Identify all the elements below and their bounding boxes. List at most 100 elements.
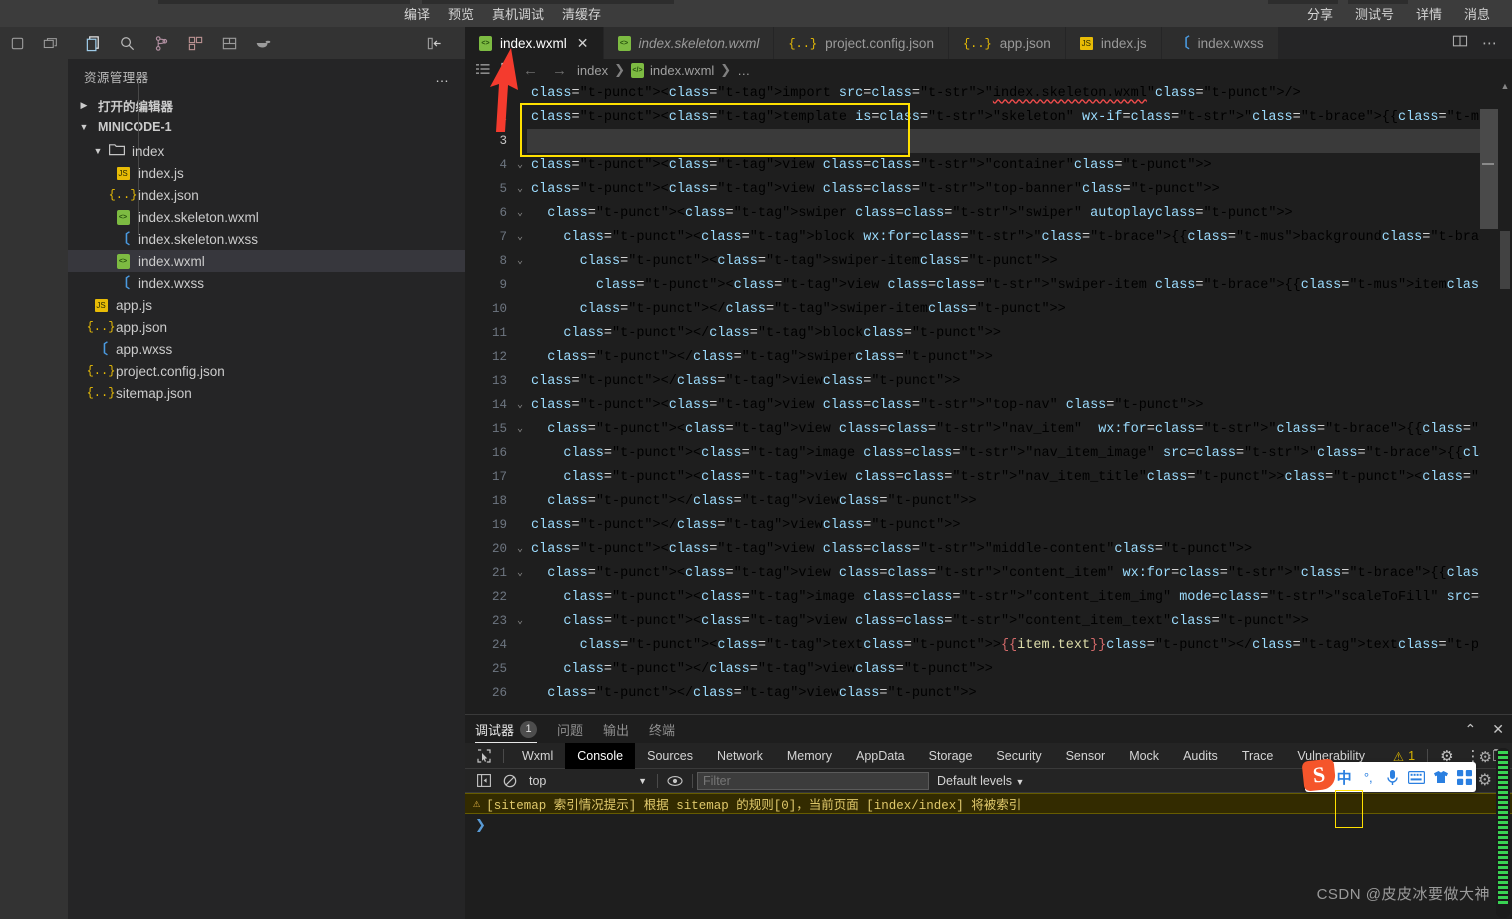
file-tree-item-project-config-json[interactable]: {..} project.config.json (68, 360, 465, 382)
devtools-tab-wxml[interactable]: Wxml (510, 743, 565, 769)
menu-real-device-debug[interactable]: 真机调试 (492, 4, 544, 23)
save-all-icon[interactable] (212, 27, 246, 59)
code-line-8[interactable]: 8 ⌄ class="t-punct">< class = "t-tag">swiper… (465, 249, 1512, 273)
fold-toggle-icon[interactable]: ⌄ (513, 543, 527, 555)
console-filter-input[interactable] (697, 771, 929, 790)
nav-forward-button[interactable]: → (548, 62, 571, 79)
menu-share[interactable]: 分享 (1307, 4, 1333, 23)
devtools-tab-sensor[interactable]: Sensor (1054, 743, 1118, 769)
code-line-11[interactable]: 11 class="t-punct"></class = "t-tag">block… (465, 321, 1512, 345)
panel-tab-问题[interactable]: 问题 (557, 715, 583, 743)
file-tree-item-index-skeleton-wxss[interactable]: 〔 index.skeleton.wxss (68, 228, 465, 250)
project-root-section[interactable]: ▼ MINICODE-1 (68, 116, 465, 138)
fold-toggle-icon[interactable]: ⌄ (513, 207, 527, 219)
breadcrumb-item-file[interactable]: index.wxml (650, 63, 714, 78)
file-tree-item-app-json[interactable]: {..} app.json (68, 316, 465, 338)
menu-preview[interactable]: 预览 (448, 4, 474, 23)
code-line-26[interactable]: 26 class="t-punct"></class = "t-tag">view c… (465, 681, 1512, 705)
search-icon[interactable] (110, 27, 144, 59)
collapse-sidebar-icon[interactable] (417, 27, 451, 59)
extensions-icon[interactable] (178, 27, 212, 59)
fold-toggle-icon[interactable]: ⌄ (513, 567, 527, 579)
live-expression-icon[interactable] (662, 769, 688, 793)
code-line-18[interactable]: 18 class="t-punct"></class = "t-tag">view c… (465, 489, 1512, 513)
devtools-tab-console[interactable]: Console (565, 742, 636, 769)
devtools-tab-storage[interactable]: Storage (917, 743, 985, 769)
editor-tab-project-config-json[interactable]: {..} project.config.json (774, 27, 949, 59)
editor-tab-app-json[interactable]: {..} app.json (948, 27, 1066, 59)
fold-toggle-icon[interactable]: ⌄ (513, 183, 527, 195)
close-tab-icon[interactable]: ✕ (577, 35, 589, 52)
explorer-more-icon[interactable]: … (435, 69, 451, 85)
code-line-2[interactable]: 2 class="t-punct">< class = "t-tag">template… (465, 105, 1512, 129)
devtools-tab-network[interactable]: Network (705, 743, 775, 769)
breadcrumb-item-more[interactable]: … (737, 63, 750, 78)
code-line-5[interactable]: 5 ⌄ class="t-punct">< class = "t-tag">view cl… (465, 177, 1512, 201)
layout-panel-icon[interactable] (34, 27, 68, 59)
code-line-6[interactable]: 6 ⌄ class="t-punct">< class = "t-tag">swiper… (465, 201, 1512, 225)
file-tree-item-sitemap-json[interactable]: {..} sitemap.json (68, 382, 465, 404)
file-tree-item-index-json[interactable]: {..} index.json (68, 184, 465, 206)
layout-sidebar-icon[interactable] (0, 27, 34, 59)
fold-toggle-icon[interactable]: ⌄ (513, 399, 527, 411)
close-panel-icon[interactable]: ✕ (1492, 721, 1504, 738)
code-line-9[interactable]: 9 class="t-punct">< class = "t-tag">view cl… (465, 273, 1512, 297)
ime-chinese-mode-icon[interactable]: 中 (1333, 765, 1355, 789)
file-tree-item-index-skeleton-wxml[interactable]: <> index.skeleton.wxml (68, 206, 465, 228)
code-line-16[interactable]: 16 class="t-punct">< class = "t-tag">image … (465, 441, 1512, 465)
devtools-tab-trace[interactable]: Trace (1230, 743, 1286, 769)
chevron-down-icon[interactable]: ▼ (90, 146, 106, 156)
clear-console-icon[interactable] (497, 769, 523, 793)
code-line-13[interactable]: 13 class="t-punct"></class = "t-tag">view cl… (465, 369, 1512, 393)
fold-toggle-icon[interactable]: ⌄ (513, 159, 527, 171)
cursor-select-icon[interactable] (471, 743, 497, 769)
code-line-3[interactable]: 3 (465, 129, 1512, 153)
open-editors-section[interactable]: ▶ 打开的编辑器 (68, 94, 465, 116)
file-tree-item-index[interactable]: ▼ index (68, 140, 465, 162)
maximize-panel-icon[interactable]: ⌃ (1465, 721, 1477, 738)
code-line-21[interactable]: 21 ⌄ class="t-punct">< class = "t-tag">view … (465, 561, 1512, 585)
devtools-tab-security[interactable]: Security (984, 743, 1053, 769)
code-line-12[interactable]: 12 class="t-punct"></class = "t-tag">swipe… (465, 345, 1512, 369)
split-editor-icon[interactable] (1452, 34, 1468, 53)
code-line-22[interactable]: 22 class="t-punct">< class = "t-tag">image … (465, 585, 1512, 609)
code-line-15[interactable]: 15 ⌄ class="t-punct">< class = "t-tag">view … (465, 417, 1512, 441)
editor-tab-index-skeleton-wxml[interactable]: <> index.skeleton.wxml (603, 27, 775, 59)
code-editor[interactable]: 1 class="t-punct">< class = "t-tag">import s… (465, 81, 1512, 719)
editor-tab-index-wxss[interactable]: 〔 index.wxss (1161, 27, 1279, 59)
file-tree-item-app-wxss[interactable]: 〔 app.wxss (68, 338, 465, 360)
ime-keyboard-icon[interactable] (1406, 765, 1428, 789)
code-line-24[interactable]: 24 class="t-punct">< class = "t-tag">text cl… (465, 633, 1512, 657)
settings-gear-icon[interactable]: ⚙ (1479, 748, 1492, 766)
editor-tab-index-js[interactable]: JS index.js (1065, 27, 1162, 59)
fold-toggle-icon[interactable]: ⌄ (513, 231, 527, 243)
ime-skin-icon[interactable] (1430, 765, 1452, 789)
menu-clear-cache[interactable]: 清缓存 (562, 4, 601, 23)
menu-compile[interactable]: 编译 (404, 4, 430, 23)
panel-tab-终端[interactable]: 终端 (649, 715, 675, 743)
bookmark-icon[interactable] (497, 62, 513, 79)
file-tree-item-app-js[interactable]: JS app.js (68, 294, 465, 316)
devtools-tab-mock[interactable]: Mock (1117, 743, 1171, 769)
menu-details[interactable]: 详情 (1416, 4, 1442, 23)
panel-tab-调试器[interactable]: 调试器 1 (475, 715, 538, 743)
breadcrumb-item-folder[interactable]: index (577, 63, 608, 78)
source-control-icon[interactable] (144, 27, 178, 59)
code-line-4[interactable]: 4 ⌄ class="t-punct">< class = "t-tag">view cl… (465, 153, 1512, 177)
file-tree-item-index-js[interactable]: JS index.js (68, 162, 465, 184)
console-settings-gear-icon[interactable]: ⚙ (1478, 770, 1492, 790)
code-line-1[interactable]: 1 class="t-punct">< class = "t-tag">import s… (465, 81, 1512, 105)
code-line-20[interactable]: 20 ⌄ class="t-punct">< class = "t-tag">view c… (465, 537, 1512, 561)
ime-voice-input-icon[interactable] (1381, 765, 1403, 789)
devtools-tab-memory[interactable]: Memory (775, 743, 844, 769)
editor-tab-index-wxml[interactable]: <> index.wxml ✕ (465, 27, 604, 59)
code-line-19[interactable]: 19 class="t-punct"></class = "t-tag">view cl… (465, 513, 1512, 537)
more-actions-icon[interactable]: ⋯ (1482, 34, 1498, 52)
console-context-select[interactable]: top ▼ (523, 771, 653, 791)
explorer-icon[interactable] (76, 27, 110, 59)
fold-toggle-icon[interactable]: ⌄ (513, 423, 527, 435)
code-line-14[interactable]: 14 ⌄ class="t-punct">< class = "t-tag">view c… (465, 393, 1512, 417)
editor-minimap[interactable] (1480, 81, 1498, 719)
devtools-tab-appdata[interactable]: AppData (844, 743, 917, 769)
file-tree-item-index-wxss[interactable]: 〔 index.wxss (68, 272, 465, 294)
